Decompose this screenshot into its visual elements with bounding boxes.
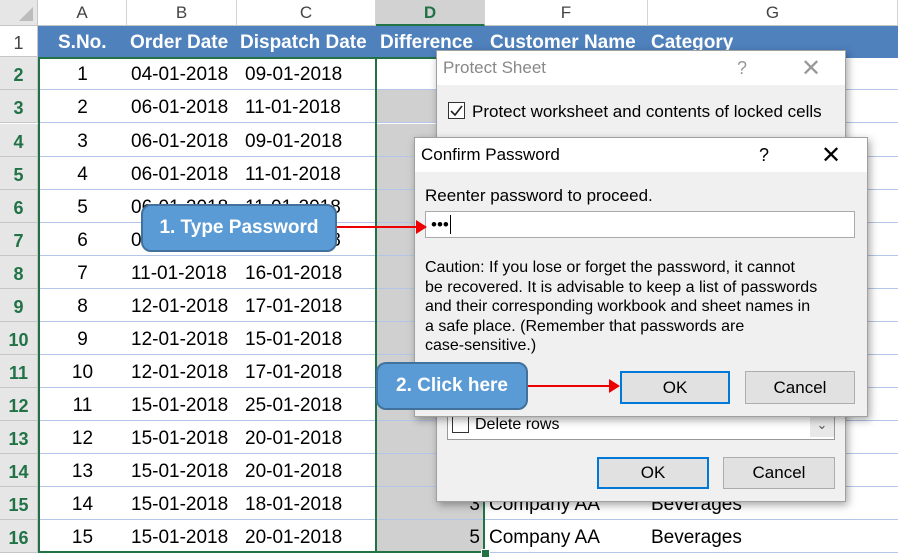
password-input[interactable]: ••• <box>425 211 855 238</box>
delete-rows-checkbox[interactable] <box>452 416 469 433</box>
caution-line: and their corresponding workbook and she… <box>425 298 811 315</box>
protect-cancel-button[interactable]: Cancel <box>723 457 835 489</box>
checkmark-icon <box>450 105 463 117</box>
header-order-date[interactable]: Order Date <box>130 26 228 58</box>
column-header-c[interactable]: C <box>237 0 376 26</box>
arrow-line <box>528 385 610 387</box>
confirm-password-title: Confirm Password <box>421 145 560 164</box>
column-header-a[interactable]: A <box>38 0 127 26</box>
caution-line: case-sensitive.) <box>425 337 537 354</box>
protect-sheet-titlebar: Protect Sheet ? ✕ <box>437 51 845 85</box>
row-header[interactable]: 3 <box>0 90 38 123</box>
column-header-f[interactable]: F <box>485 0 648 26</box>
close-icon[interactable]: ✕ <box>801 54 821 83</box>
delete-rows-label: Delete rows <box>475 416 560 433</box>
arrow-line <box>337 226 417 228</box>
header-dispatch-date[interactable]: Dispatch Date <box>240 26 367 58</box>
row-header[interactable]: 10 <box>0 322 38 355</box>
caution-text: Caution: If you lose or forget the passw… <box>425 258 817 356</box>
header-sno[interactable]: S.No. <box>58 26 107 58</box>
help-icon[interactable]: ? <box>759 145 769 166</box>
protect-ok-button[interactable]: OK <box>597 457 709 489</box>
row-header[interactable]: 13 <box>0 421 38 454</box>
help-icon[interactable]: ? <box>737 58 747 79</box>
callout-type-password: 1. Type Password <box>141 204 337 252</box>
row-header[interactable]: 15 <box>0 487 38 520</box>
column-header-d[interactable]: D <box>376 0 485 26</box>
row-header[interactable]: 8 <box>0 256 38 289</box>
row-header[interactable]: 2 <box>0 57 38 90</box>
row-header[interactable]: 7 <box>0 223 38 256</box>
protect-worksheet-checkbox[interactable] <box>448 102 465 119</box>
row-header[interactable]: 16 <box>0 520 38 553</box>
text-caret <box>449 215 451 234</box>
cell-customer-name[interactable]: Company AA <box>489 520 600 552</box>
row-header[interactable]: 14 <box>0 454 38 487</box>
column-header-g[interactable]: G <box>648 0 898 26</box>
callout-click-here: 2. Click here <box>376 362 528 410</box>
select-all-corner[interactable] <box>0 0 38 26</box>
caution-line: a safe place. (Remember that passwords a… <box>425 317 745 335</box>
caution-line: Caution: If you lose or forget the passw… <box>425 259 795 276</box>
row-header[interactable]: 4 <box>0 124 38 157</box>
protect-worksheet-label: Protect worksheet and contents of locked… <box>472 102 822 121</box>
password-value: ••• <box>431 215 449 234</box>
close-icon[interactable]: ✕ <box>821 141 841 170</box>
confirm-ok-button[interactable]: OK <box>620 371 730 404</box>
row-header[interactable]: 11 <box>0 355 38 388</box>
arrow-head-icon <box>416 220 427 234</box>
column-header-b[interactable]: B <box>127 0 237 26</box>
cell-category[interactable]: Beverages <box>651 520 742 552</box>
row-header[interactable]: 5 <box>0 157 38 190</box>
row-header[interactable]: 12 <box>0 388 38 421</box>
confirm-password-titlebar: Confirm Password ? ✕ <box>415 138 867 172</box>
caution-line: be recovered. It is advisable to keep a … <box>425 278 818 296</box>
confirm-cancel-button[interactable]: Cancel <box>745 371 855 404</box>
row-header[interactable]: 6 <box>0 190 38 223</box>
row-header[interactable]: 1 <box>0 26 38 57</box>
row-header[interactable]: 9 <box>0 289 38 322</box>
reenter-password-label: Reenter password to proceed. <box>425 186 653 205</box>
selection-outline-a-c <box>38 57 376 553</box>
protect-sheet-title: Protect Sheet <box>443 58 547 77</box>
arrow-head-icon <box>609 379 620 393</box>
